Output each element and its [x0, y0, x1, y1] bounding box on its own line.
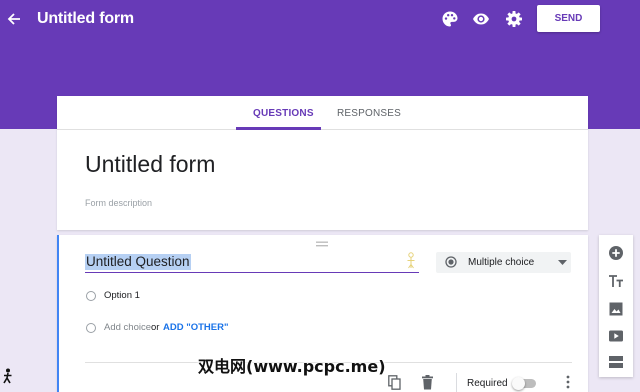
add-title-icon[interactable]	[608, 273, 624, 289]
add-choice-link[interactable]: Add choice	[104, 322, 151, 333]
footer-vertical-divider	[456, 373, 457, 392]
eye-icon[interactable]	[472, 10, 490, 28]
form-name-title[interactable]: Untitled form	[37, 10, 134, 28]
tab-bar: QUESTIONS RESPONSES	[57, 96, 588, 130]
toggle-knob	[512, 377, 525, 390]
drag-handle-icon[interactable]	[316, 241, 328, 247]
tab-responses[interactable]: RESPONSES	[337, 108, 401, 119]
option-radio-icon	[86, 291, 96, 301]
trash-icon[interactable]	[421, 375, 434, 390]
more-vertical-icon[interactable]	[565, 375, 571, 389]
question-title-input[interactable]: Untitled Question	[85, 253, 419, 273]
send-button[interactable]: SEND	[537, 5, 600, 32]
form-header-card: QUESTIONS RESPONSES Untitled form Form d…	[57, 96, 588, 230]
duplicate-icon[interactable]	[388, 375, 401, 390]
question-title-text: Untitled Question	[85, 254, 191, 270]
radio-checked-icon	[445, 256, 457, 268]
option-label[interactable]: Option 1	[104, 290, 140, 301]
tab-questions[interactable]: QUESTIONS	[253, 108, 314, 119]
back-arrow-icon[interactable]	[7, 11, 21, 27]
watermark-text: 双电网(www.pcpc.me)	[198, 357, 386, 376]
chevron-down-icon	[558, 260, 567, 265]
palette-icon[interactable]	[441, 10, 459, 28]
form-title[interactable]: Untitled form	[85, 151, 215, 178]
person-icon	[3, 368, 12, 384]
or-text: or	[151, 322, 160, 333]
required-label: Required	[467, 378, 508, 389]
gear-icon[interactable]	[505, 10, 523, 28]
active-card-accent	[57, 235, 59, 392]
form-description-field[interactable]: Form description	[85, 198, 152, 208]
question-type-dropdown[interactable]: Multiple choice	[436, 252, 571, 273]
add-question-icon[interactable]	[608, 245, 624, 261]
active-tab-indicator	[236, 127, 321, 130]
add-image-icon[interactable]	[608, 301, 624, 317]
question-type-label: Multiple choice	[468, 257, 535, 268]
add-other-link[interactable]: ADD "OTHER"	[163, 322, 228, 333]
add-section-icon[interactable]	[608, 354, 624, 370]
side-toolbar	[599, 235, 633, 377]
add-option-radio-icon	[86, 323, 96, 333]
add-image-to-question-icon[interactable]	[406, 252, 416, 269]
required-toggle[interactable]	[512, 377, 538, 390]
add-video-icon[interactable]	[608, 328, 624, 344]
